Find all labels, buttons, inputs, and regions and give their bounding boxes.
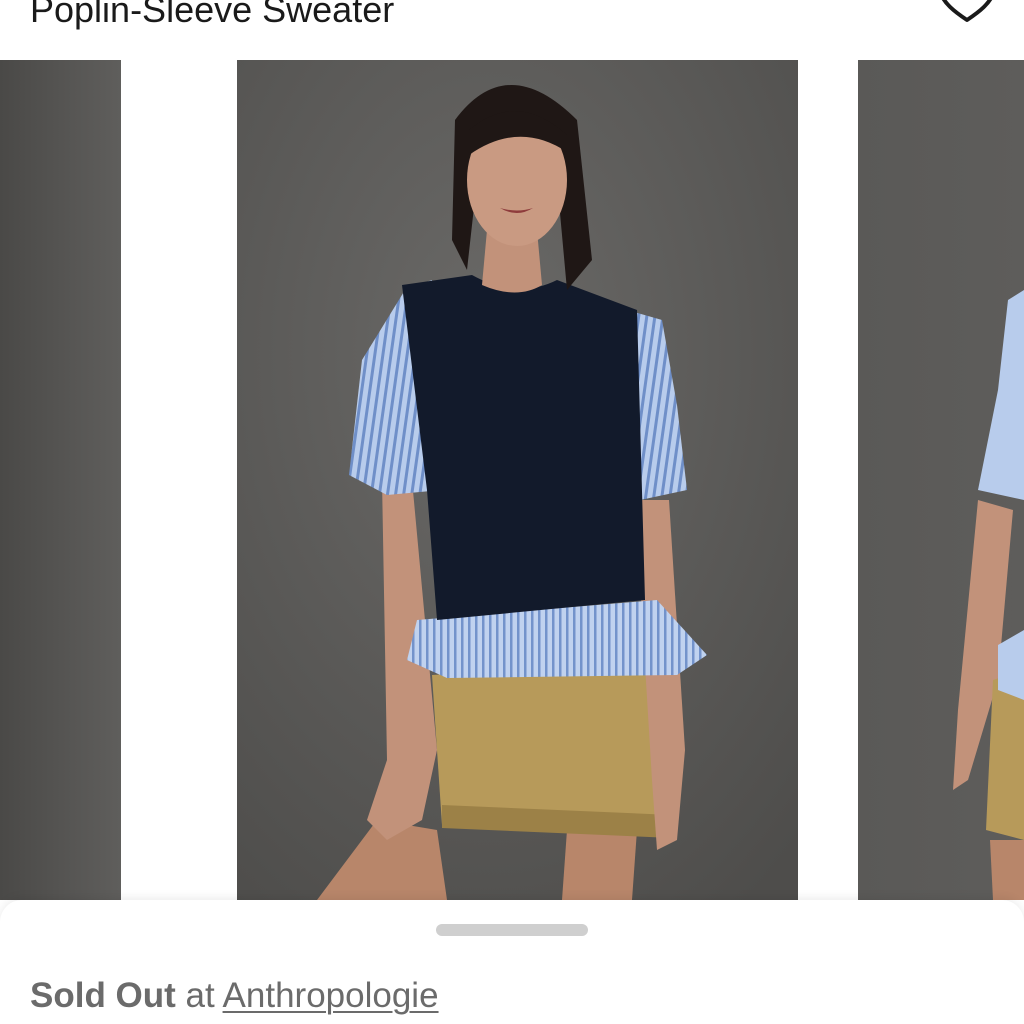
heart-outline-icon	[941, 0, 993, 22]
carousel-slide-next[interactable]	[858, 60, 1024, 900]
favorite-button[interactable]	[932, 0, 1002, 26]
availability-status: Sold Out	[30, 976, 176, 1015]
product-image-carousel[interactable]	[0, 60, 1024, 900]
availability-connector: at	[185, 976, 215, 1015]
availability-line: Sold Out at Anthropologie	[30, 976, 439, 1016]
product-photo	[237, 60, 798, 900]
carousel-slide-current[interactable]	[237, 60, 798, 900]
sheet-drag-handle[interactable]	[436, 924, 588, 936]
store-link[interactable]: Anthropologie	[223, 976, 439, 1015]
availability-sheet[interactable]: Sold Out at Anthropologie	[0, 900, 1024, 1024]
product-title: Poplin-Sleeve Sweater	[30, 0, 395, 30]
carousel-slide-previous[interactable]	[0, 60, 121, 900]
product-photo-next	[953, 290, 1024, 900]
product-page: Poplin-Sleeve Sweater Sold Out at Anthro…	[0, 0, 1024, 1024]
